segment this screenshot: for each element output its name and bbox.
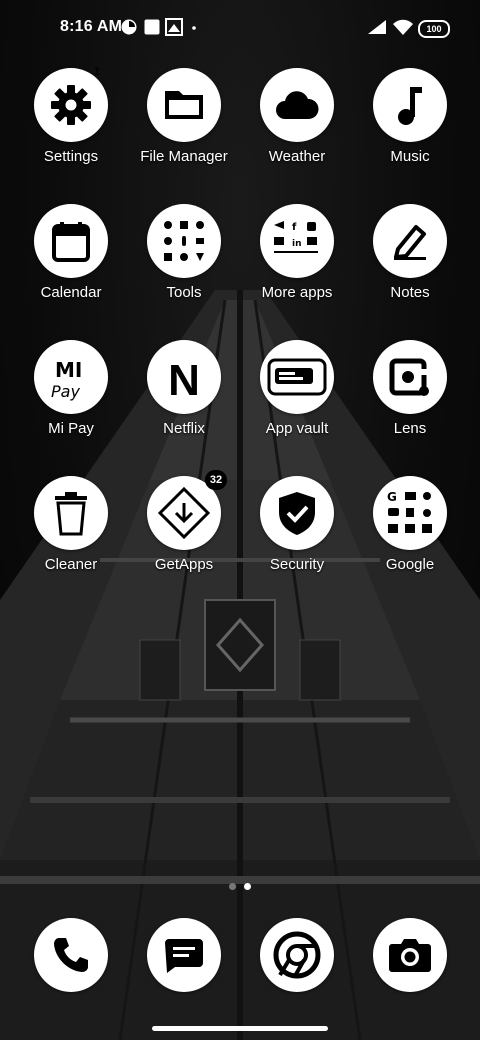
svg-text:in: in <box>292 239 302 249</box>
page-dot-active[interactable] <box>244 883 251 890</box>
app-security[interactable]: Security <box>242 476 352 573</box>
pay-text: Pay <box>51 382 80 401</box>
app-icon-circle[interactable] <box>147 918 221 992</box>
home-gesture-bar[interactable] <box>152 1026 328 1031</box>
square-notification-icon <box>144 19 160 35</box>
app-label: App vault <box>265 420 329 437</box>
cloud-icon <box>276 91 319 119</box>
more-apps-folder-icon: f in <box>274 221 318 253</box>
app-label: GetApps <box>154 556 214 573</box>
mi-pay-icon: MI Pay <box>51 358 82 401</box>
phone-icon <box>54 938 88 972</box>
messages-icon <box>165 939 203 973</box>
folder-icon <box>165 91 203 119</box>
app-label: Settings <box>43 148 99 165</box>
app-icon-circle[interactable]: f in <box>260 204 334 278</box>
pencil-icon <box>394 225 426 260</box>
app-file-manager[interactable]: File Manager <box>129 68 239 165</box>
app-netflix[interactable]: N Netflix <box>129 340 239 437</box>
app-weather[interactable]: Weather <box>242 68 352 165</box>
app-icon-circle[interactable] <box>34 476 108 550</box>
app-label: Netflix <box>163 420 205 437</box>
app-vault-icon <box>267 358 327 396</box>
app-icon-circle[interactable] <box>147 68 221 142</box>
app-calendar[interactable]: Calendar <box>16 204 126 301</box>
dock-chrome[interactable] <box>242 918 352 992</box>
wifi-icon <box>393 19 413 35</box>
battery-icon: 100 <box>418 20 450 38</box>
app-icon-circle[interactable] <box>260 476 334 550</box>
camera-icon <box>389 939 431 972</box>
dock-phone[interactable] <box>16 918 126 992</box>
app-label: Cleaner <box>44 556 98 573</box>
app-label: Notes <box>390 284 430 301</box>
app-settings[interactable]: 1 Settings <box>16 66 126 165</box>
app-vault[interactable]: App vault <box>242 340 352 437</box>
calendar-icon <box>52 222 90 262</box>
app-notes[interactable]: Notes <box>355 204 465 301</box>
app-label: Weather <box>268 148 326 165</box>
app-icon-circle[interactable] <box>260 340 334 414</box>
app-icon-circle[interactable]: 32 <box>147 470 227 550</box>
netflix-icon: N <box>168 356 200 401</box>
app-icon-circle[interactable]: MI Pay <box>34 340 108 414</box>
app-lens[interactable]: Lens <box>355 340 465 437</box>
app-icon-circle[interactable] <box>260 68 334 142</box>
trash-icon <box>55 492 87 536</box>
music-note-icon <box>398 87 422 125</box>
app-icon-circle[interactable] <box>147 204 221 278</box>
dot-icon <box>192 26 196 30</box>
lens-icon <box>389 358 429 396</box>
dock-messages[interactable] <box>129 918 239 992</box>
app-icon-circle[interactable] <box>373 204 447 278</box>
shield-check-icon <box>279 492 315 535</box>
netflix-letter: N <box>168 356 200 401</box>
app-label: Mi Pay <box>48 420 94 437</box>
notification-badge: 1 <box>93 66 101 78</box>
notification-badge: 32 <box>205 470 227 490</box>
app-icon-circle[interactable] <box>34 204 108 278</box>
app-tools[interactable]: Tools <box>129 204 239 301</box>
app-label: Lens <box>393 420 427 437</box>
gallery-notification-icon <box>165 18 183 36</box>
app-icon-circle[interactable]: G <box>373 476 447 550</box>
app-label: Security <box>269 556 325 573</box>
app-label: Music <box>390 148 430 165</box>
app-label: Calendar <box>40 284 102 301</box>
app-cleaner[interactable]: Cleaner <box>16 476 126 573</box>
page-indicator <box>0 877 480 895</box>
getapps-icon <box>157 486 211 540</box>
app-icon-circle[interactable] <box>373 340 447 414</box>
app-icon-circle[interactable] <box>34 918 108 992</box>
app-mi-pay[interactable]: MI Pay Mi Pay <box>16 340 126 437</box>
mi-text: MI <box>55 358 82 382</box>
app-icon-circle[interactable] <box>260 918 334 992</box>
app-icon-circle[interactable]: 1 <box>34 66 108 142</box>
tools-folder-icon <box>164 221 204 261</box>
app-label: File Manager <box>140 148 228 165</box>
dock-camera[interactable] <box>355 918 465 992</box>
google-folder-icon: G <box>387 490 432 533</box>
status-bar: 8:16 AM 100 <box>0 0 480 56</box>
signal-icon <box>368 20 386 34</box>
app-getapps[interactable]: 32 GetApps <box>129 470 239 573</box>
google-g-glyph: G <box>387 490 397 504</box>
svg-text:f: f <box>292 222 297 233</box>
page-dot[interactable] <box>229 883 236 890</box>
app-more-apps[interactable]: f in More apps <box>242 204 352 301</box>
app-label: Tools <box>166 284 202 301</box>
app-google[interactable]: G Google <box>355 476 465 573</box>
chrome-icon <box>273 931 321 979</box>
timer-icon <box>121 19 137 35</box>
app-icon-circle[interactable] <box>373 918 447 992</box>
app-icon-circle[interactable] <box>373 68 447 142</box>
app-label: Google <box>385 556 435 573</box>
gear-icon <box>51 85 91 125</box>
app-label: More apps <box>261 284 333 301</box>
status-time: 8:16 AM <box>60 18 123 35</box>
app-icon-circle[interactable]: N <box>147 340 221 414</box>
app-music[interactable]: Music <box>355 68 465 165</box>
